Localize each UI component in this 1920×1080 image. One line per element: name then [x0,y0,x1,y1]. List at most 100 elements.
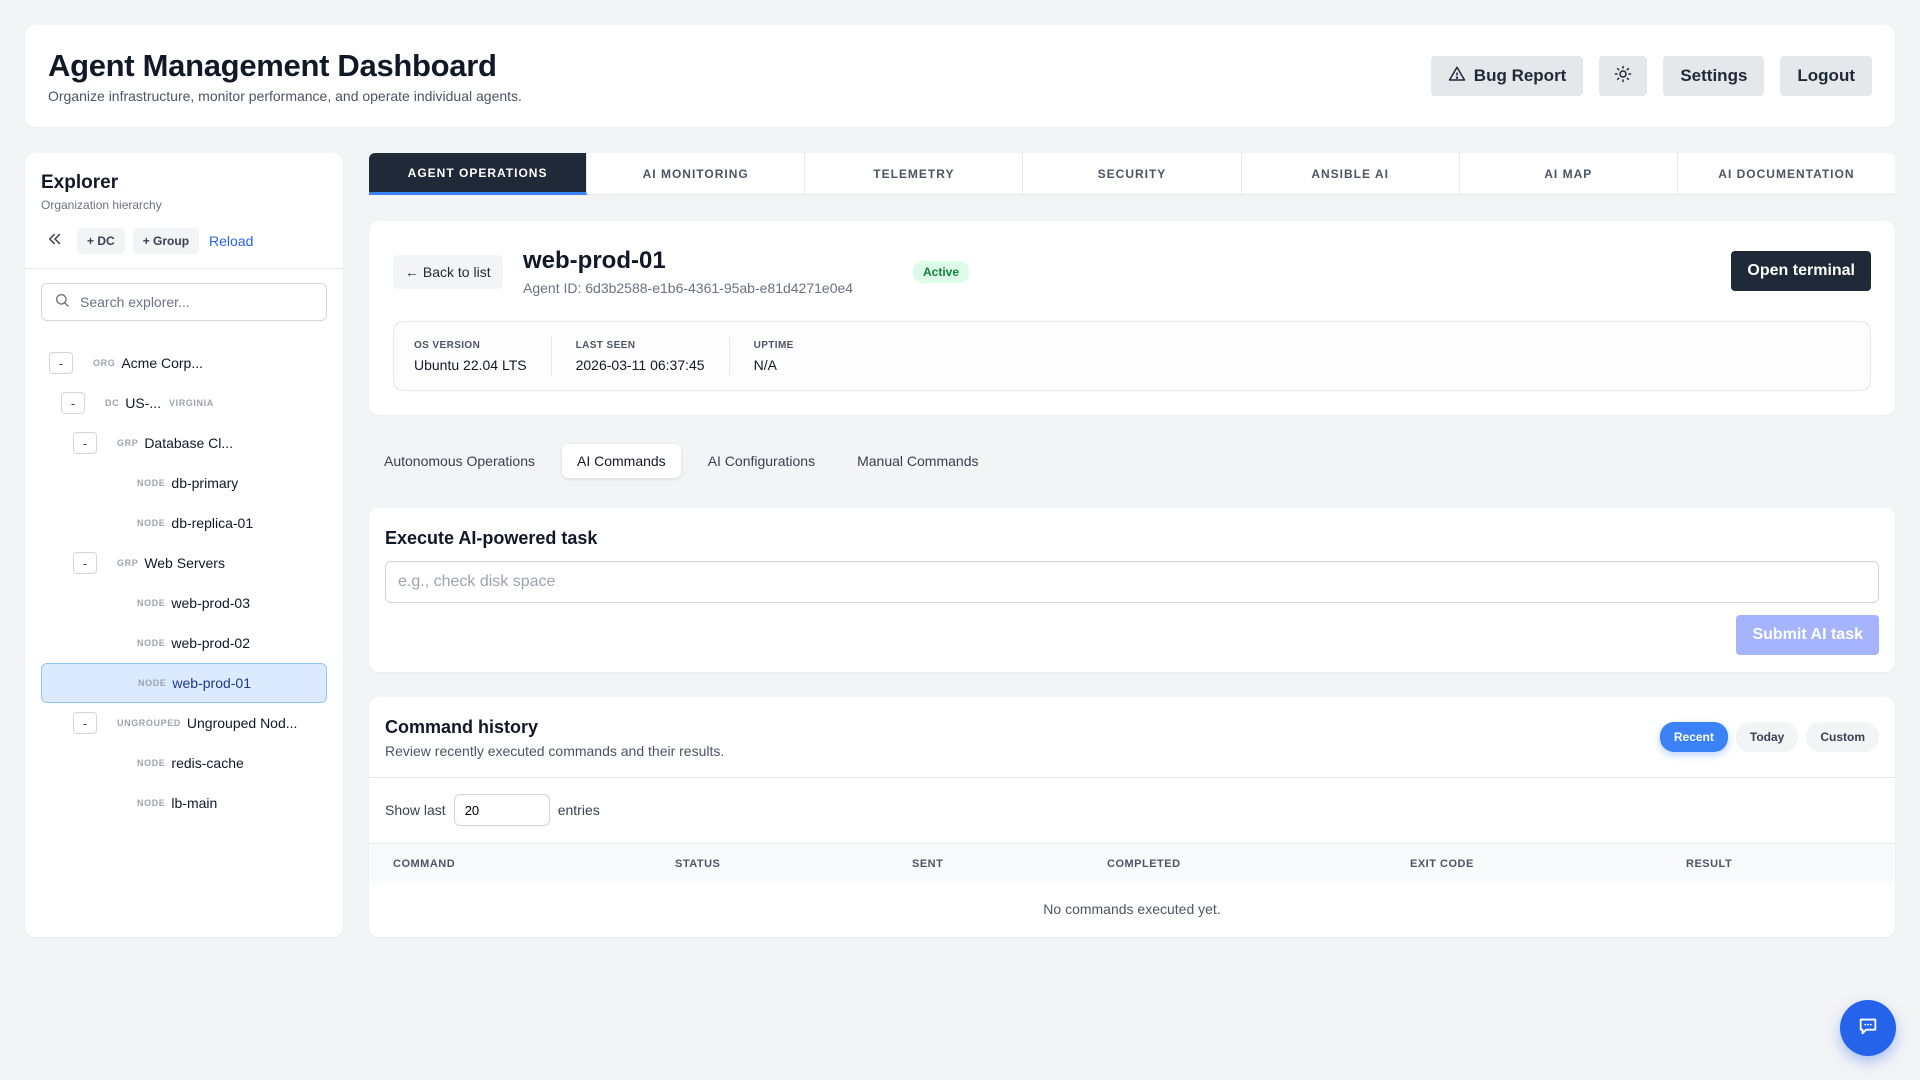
chat-icon [1857,1015,1879,1042]
tree-item[interactable]: - ORG Acme Corp... [41,343,327,383]
tree-item[interactable]: NODE web-prod-02 [41,623,327,663]
main-tab[interactable]: AI DOCUMENTATION [1677,153,1895,195]
tree-item[interactable]: - GRP Web Servers [41,543,327,583]
tree-item-label: lb-main [171,795,218,811]
explorer-subtitle: Organization hierarchy [41,198,162,212]
tree-item-type: UNGROUPED [117,718,181,728]
tree-toggle-button[interactable]: - [61,392,85,414]
settings-button[interactable]: Settings [1663,56,1765,96]
agent-stat: LAST SEEN 2026-03-11 06:37:45 [576,337,730,375]
stat-value: N/A [753,356,777,373]
agent-id: Agent ID: 6d3b2588-e1b6-4361-95ab-e81d42… [523,280,854,296]
tree-item-type: NODE [137,758,166,768]
explorer-search [41,283,327,321]
tree-toggle-button[interactable]: - [73,712,97,734]
add-dc-button[interactable]: + DC [77,228,125,254]
history-title: Command history [385,717,539,737]
reload-link[interactable]: Reload [209,233,253,249]
agent-stat: UPTIME N/A [754,337,818,375]
execute-task-card: Execute AI-powered task Submit AI task [369,508,1895,672]
main-tab[interactable]: ANSIBLE AI [1241,153,1460,195]
tree-item-type: NODE [137,598,166,608]
tree-item-type: DC [105,398,120,408]
tree-item-label: Web Servers [144,555,225,571]
explorer-search-input[interactable] [80,294,314,310]
show-last-control: Show last entries [385,794,600,826]
tree-item-label: Ungrouped Nod... [186,715,298,731]
ai-task-input[interactable] [385,561,1879,603]
sub-tab[interactable]: AI Configurations [693,444,830,478]
tree-item[interactable]: - UNGROUPED Ungrouped Nod... [41,703,327,743]
bug-report-button[interactable]: Bug Report [1430,56,1584,96]
theme-toggle-button[interactable] [1599,56,1648,96]
sub-tab[interactable]: Manual Commands [842,444,993,478]
main-tab[interactable]: TELEMETRY [805,153,1024,195]
tree-item[interactable]: NODE lb-main [41,783,327,823]
collapse-sidebar-button[interactable] [41,228,69,254]
logout-button[interactable]: Logout [1780,56,1872,96]
explorer-toolbar: + DC + Group Reload [41,228,327,254]
stat-label: UPTIME [753,339,794,351]
search-icon [54,292,70,313]
history-header: Command history Review recently executed… [385,717,724,759]
show-last-input[interactable] [453,794,550,826]
page-subtitle: Organize infrastructure, monitor perform… [48,88,522,104]
tree-item-type: GRP [117,438,139,448]
main-tab[interactable]: SECURITY [1023,153,1242,195]
history-subtitle: Review recently executed commands and th… [385,743,725,759]
explorer-header: Explorer Organization hierarchy + DC + G… [25,153,343,269]
tree-item[interactable]: - DC US-... VIRGINIA [41,383,327,423]
history-filters: Recent Today Custom [1659,722,1879,752]
stat-label: LAST SEEN [575,339,636,351]
explorer-tree: - ORG Acme Corp... - DC US-... VIRGINIA - GRP Dat… [25,343,343,823]
chat-button[interactable] [1840,1000,1896,1056]
divider [369,777,1895,778]
double-chevron-left-icon [46,230,64,253]
bug-report-label: Bug Report [1473,66,1567,85]
entries-label: entries [557,802,600,818]
table-column-header: STATUS [675,857,721,870]
tree-item[interactable]: NODE db-primary [41,463,327,503]
tree-toggle-button[interactable]: - [73,432,97,454]
main-tab[interactable]: AI MONITORING [587,153,806,195]
table-column-header: COMPLETED [1107,857,1181,870]
stat-value: 2026-03-11 06:37:45 [575,356,705,373]
tree-item-type: NODE [137,478,166,488]
page-title: Agent Management Dashboard [48,48,497,83]
agent-name: web-prod-01 [523,247,666,274]
tree-item-type: NODE [137,518,166,528]
explorer-sidebar: Explorer Organization hierarchy + DC + G… [25,153,343,937]
history-table-header: COMMAND STATUS SENT COMPLETED EXIT CODE RESUL… [369,843,1895,883]
submit-ai-task-button[interactable]: Submit AI task [1736,615,1879,655]
explorer-title: Explorer [41,172,119,193]
main-tab[interactable]: AGENT OPERATIONS [369,153,588,195]
main-tabs: AGENT OPERATIONS AI MONITORING TELEMETRY SE… [369,153,1895,195]
tree-item[interactable]: - GRP Database Cl... [41,423,327,463]
history-filter-button[interactable]: Custom [1806,722,1879,752]
stat-label: OS VERSION [414,339,481,351]
tree-item[interactable]: NODE db-replica-01 [41,503,327,543]
tree-toggle-button[interactable]: - [73,552,97,574]
page-header: Agent Management Dashboard Organize infr… [25,25,1895,127]
tree-item-label: db-primary [171,475,239,491]
status-badge: Active [913,261,970,283]
agent-header: ← Back to list web-prod-01 Agent ID: 6d3… [393,247,1871,297]
tree-item[interactable]: NODE web-prod-03 [41,583,327,623]
tree-item-label: US-... [125,395,161,411]
open-terminal-button[interactable]: Open terminal [1731,251,1871,291]
add-group-button[interactable]: + Group [132,228,200,254]
sub-tab[interactable]: Autonomous Operations [369,444,550,478]
sub-tab[interactable]: AI Commands [561,444,681,478]
tree-toggle-button[interactable]: - [49,352,73,374]
tree-item[interactable]: NODE redis-cache [41,743,327,783]
main-tab[interactable]: AI MAP [1459,153,1678,195]
history-filter-button[interactable]: Recent [1659,722,1728,752]
show-last-label: Show last [385,802,446,818]
empty-state: No commands executed yet. [1043,901,1221,917]
sun-icon [1614,65,1632,88]
back-to-list-button[interactable]: ← Back to list [393,255,503,289]
tree-item[interactable]: NODE web-prod-01 [41,663,327,703]
history-filter-button[interactable]: Today [1735,722,1799,752]
command-history-card: Command history Review recently executed… [369,697,1895,937]
tree-item-type: NODE [137,798,166,808]
